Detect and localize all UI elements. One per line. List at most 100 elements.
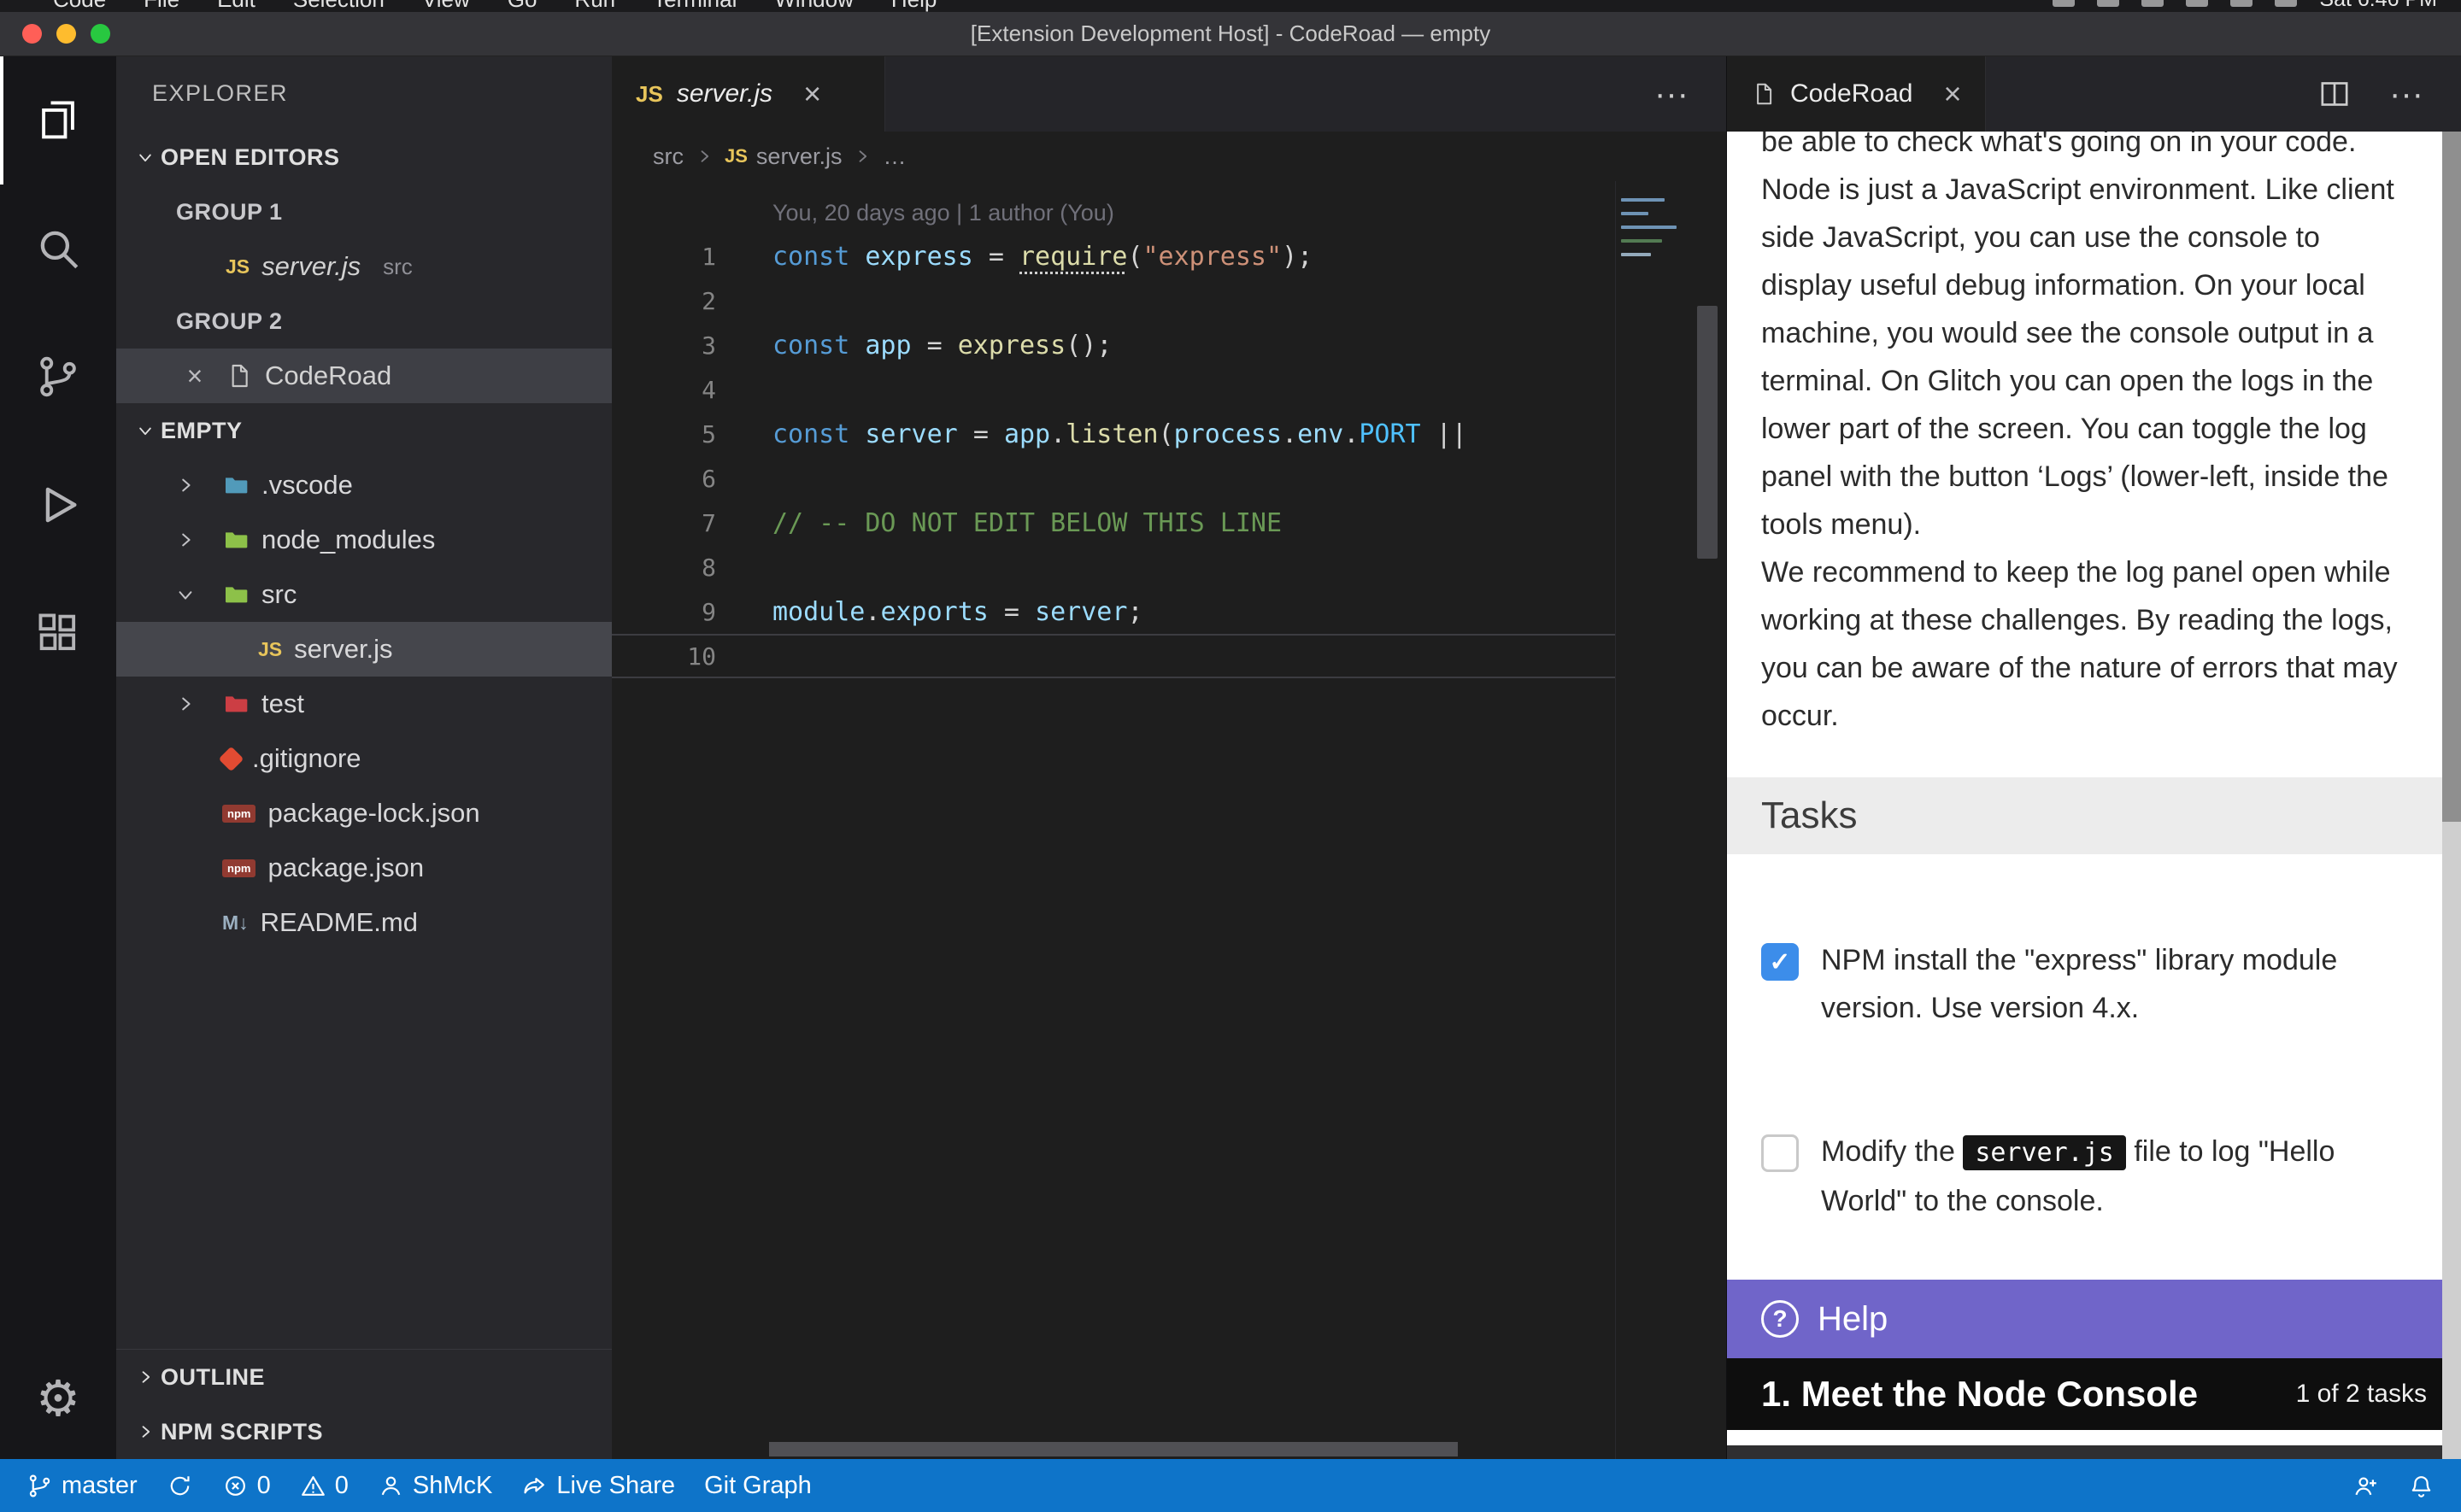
status-bar-right: [2338, 1459, 2449, 1512]
menu-item-file[interactable]: File: [125, 0, 198, 12]
folder-icon: [222, 472, 250, 499]
editor-body: You, 20 days ago | 1 author (You) 1const…: [612, 181, 1726, 1459]
activity-settings-gear-button[interactable]: ⚙: [0, 1339, 116, 1459]
line-number: 7: [612, 509, 740, 537]
section-npm-scripts[interactable]: NPM SCRIPTS: [116, 1404, 612, 1459]
macos-menubar: CodeFileEditSelectionViewGoRunTerminalWi…: [0, 0, 2461, 12]
tree-item-node_modules[interactable]: node_modules: [116, 513, 612, 567]
section-outline[interactable]: OUTLINE: [116, 1350, 612, 1404]
activity-extensions-button[interactable]: [0, 569, 116, 697]
open-editor-label: CodeRoad: [265, 360, 391, 391]
menu-item-help[interactable]: Help: [872, 0, 955, 12]
live-share-icon: [521, 1473, 548, 1499]
tab-close-icon[interactable]: ×: [803, 79, 821, 109]
open-editor-item-server-js[interactable]: JSserver.jssrc: [116, 239, 612, 294]
npm-file-icon: npm: [222, 805, 255, 823]
folder-icon: [222, 581, 250, 608]
panel-more-actions-icon[interactable]: ···: [2389, 75, 2423, 114]
menu-item-window[interactable]: Window: [755, 0, 872, 12]
zoom-window-button[interactable]: [91, 24, 110, 44]
menu-item-selection[interactable]: Selection: [274, 0, 403, 12]
statusbar-branch[interactable]: master: [12, 1459, 152, 1512]
tree-item-server-js[interactable]: JSserver.js: [116, 622, 612, 677]
tree-item-package-json[interactable]: npmpackage.json: [116, 841, 612, 895]
vertical-scrollbar[interactable]: [1697, 306, 1718, 559]
menubar-status-icon: [2141, 0, 2164, 7]
sync-icon: [167, 1473, 193, 1499]
next-section-bar[interactable]: [1727, 1445, 2461, 1459]
workspace-header-empty[interactable]: EMPTY: [116, 403, 612, 458]
minimize-window-button[interactable]: [56, 24, 76, 44]
activity-search-button[interactable]: [0, 185, 116, 313]
close-icon[interactable]: ×: [187, 362, 203, 390]
tree-item--gitignore[interactable]: .gitignore: [116, 731, 612, 786]
statusbar-sync[interactable]: [152, 1459, 208, 1512]
statusbar-warnings[interactable]: 0: [285, 1459, 363, 1512]
menu-item-view[interactable]: View: [403, 0, 489, 12]
menubar-status-icon: [2230, 0, 2252, 7]
statusbar-account[interactable]: ShMcK: [363, 1459, 507, 1512]
statusbar-errors[interactable]: 0: [208, 1459, 285, 1512]
lesson-progress-bar[interactable]: 1. Meet the Node Console 1 of 2 tasks: [1727, 1358, 2461, 1430]
tree-item-src[interactable]: src: [116, 567, 612, 622]
activity-source-control-button[interactable]: [0, 313, 116, 441]
open-editor-item-CodeRoad[interactable]: × CodeRoad: [116, 349, 612, 403]
code-editor[interactable]: You, 20 days ago | 1 author (You) 1const…: [612, 181, 1615, 1459]
chevron-right-icon: [176, 694, 195, 713]
tree-item-test[interactable]: test: [116, 677, 612, 731]
bell-icon: [2408, 1473, 2435, 1499]
statusbar-git-graph[interactable]: Git Graph: [690, 1459, 826, 1512]
activity-run-debug-button[interactable]: [0, 441, 116, 569]
menu-item-terminal[interactable]: Terminal: [634, 0, 755, 12]
open-editor-label: server.js: [261, 251, 361, 282]
horizontal-scrollbar[interactable]: [769, 1442, 1458, 1456]
split-editor-icon[interactable]: [2317, 77, 2352, 111]
panel-tab-close-icon[interactable]: ×: [1943, 79, 1961, 109]
chevron-down-icon: [137, 149, 154, 166]
statusbar-notifications[interactable]: [2393, 1459, 2449, 1512]
breadcrumb: src JS server.js …: [612, 132, 1726, 181]
help-section-header[interactable]: ? Help: [1727, 1280, 2461, 1358]
lesson-paragraph: We recommend to keep the log panel open …: [1761, 548, 2408, 740]
tree-item--vscode[interactable]: .vscode: [116, 458, 612, 513]
twistie: [176, 585, 210, 604]
statusbar-live-share[interactable]: Live Share: [507, 1459, 690, 1512]
webview-scrollbar-thumb[interactable]: [2442, 132, 2461, 822]
section-label: OUTLINE: [161, 1364, 265, 1391]
task-text: Modify the server.js file to log "Hello …: [1821, 1128, 2374, 1225]
tree-item-label: test: [261, 689, 304, 719]
tree-item-package-lock-json[interactable]: npmpackage-lock.json: [116, 786, 612, 841]
breadcrumb-server-js[interactable]: JS server.js: [725, 144, 842, 170]
code-line-3: 3const app = express();: [612, 323, 1615, 367]
minimap[interactable]: [1615, 181, 1689, 1459]
statusbar-add-collaborator[interactable]: [2338, 1459, 2393, 1512]
coderoad-panel: CodeRoad × ··· be able to check what's g…: [1726, 56, 2461, 1459]
close-window-button[interactable]: [22, 24, 42, 44]
chevron-right-icon: [137, 1423, 154, 1440]
task-checkbox[interactable]: [1761, 1134, 1799, 1172]
menu-item-edit[interactable]: Edit: [198, 0, 274, 12]
warning-triangle-icon: [300, 1473, 326, 1499]
menubar-status-icon: [2186, 0, 2208, 7]
minimap-line: [1621, 232, 1682, 236]
menu-item-go[interactable]: Go: [489, 0, 556, 12]
question-mark-icon: ?: [1761, 1300, 1799, 1338]
menu-item-code[interactable]: Code: [34, 0, 125, 12]
source-control-icon: [33, 352, 83, 401]
open-editors-header[interactable]: OPEN EDITORS: [116, 130, 612, 185]
breadcrumb-src[interactable]: src: [653, 144, 684, 170]
task-checkbox[interactable]: ✓: [1761, 943, 1799, 981]
tab-server-js[interactable]: JS server.js ×: [612, 56, 885, 132]
activity-explorer-button[interactable]: [0, 56, 116, 185]
menu-item-run[interactable]: Run: [555, 0, 634, 12]
code-text: const express = require("express");: [740, 242, 1313, 272]
twistie: [176, 530, 210, 549]
tab-coderoad[interactable]: CodeRoad ×: [1727, 56, 1986, 132]
gitlens-blame-annotation: You, 20 days ago | 1 author (You): [612, 191, 1615, 234]
code-text: module.exports = server;: [740, 597, 1143, 627]
code-text: const server = app.listen(process.env.PO…: [740, 419, 1467, 449]
token: .: [1050, 419, 1066, 449]
more-actions-icon[interactable]: ···: [1654, 75, 1689, 114]
breadcrumb-symbol[interactable]: …: [883, 144, 906, 170]
tree-item-README-md[interactable]: M↓README.md: [116, 895, 612, 950]
